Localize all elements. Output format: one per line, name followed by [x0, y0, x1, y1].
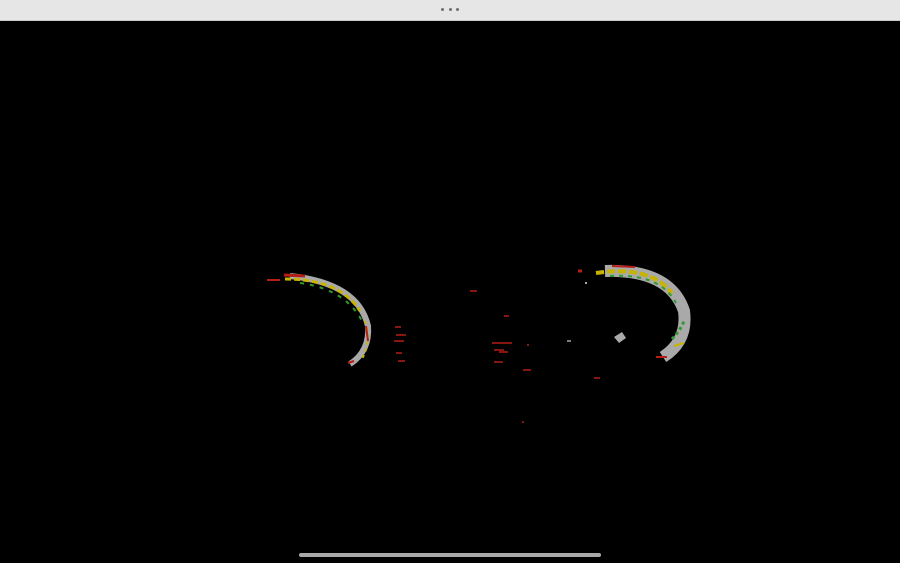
home-indicator[interactable]	[299, 553, 601, 557]
dot-icon	[456, 7, 459, 11]
scan-viewport[interactable]	[0, 21, 900, 563]
left-arc	[267, 273, 372, 367]
title-bar	[0, 0, 900, 21]
app-window	[0, 0, 900, 563]
more-options-icon[interactable]	[441, 2, 459, 16]
dot-icon	[441, 7, 444, 11]
scan-canvas	[267, 264, 691, 423]
right-arc	[578, 264, 691, 363]
dot-icon	[448, 7, 452, 11]
scatter-markers	[394, 290, 600, 423]
